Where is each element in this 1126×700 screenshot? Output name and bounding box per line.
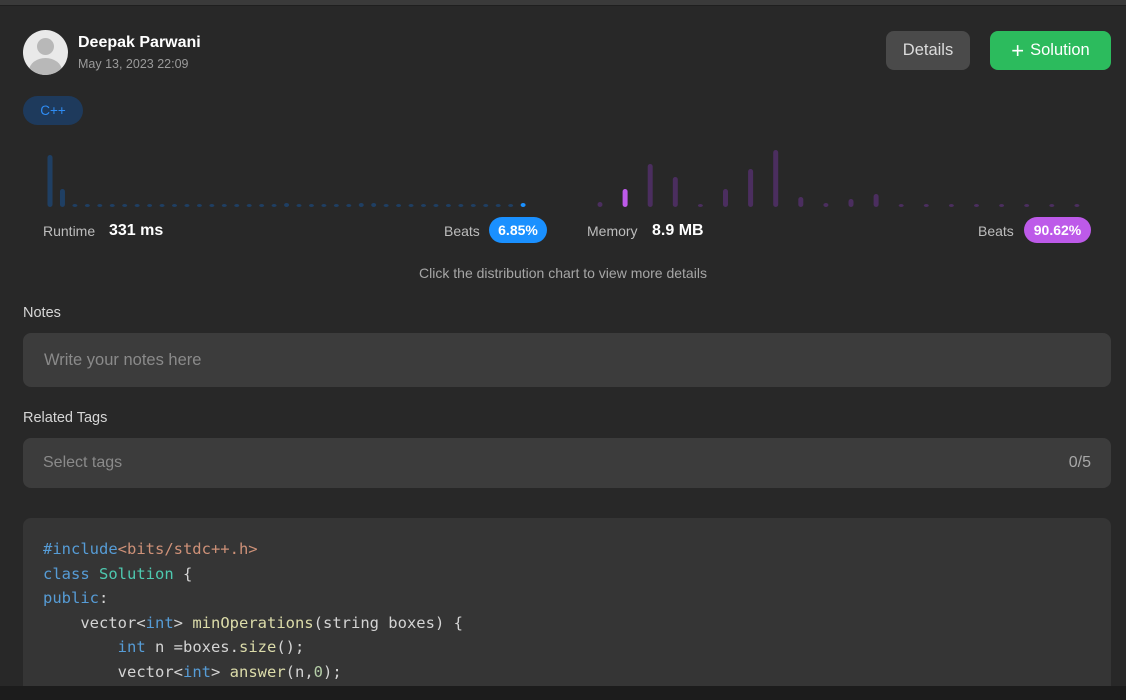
runtime-bar-7[interactable] [134,204,140,207]
memory-bar-14[interactable] [948,204,954,207]
runtime-bar-0[interactable] [47,155,53,207]
related-tags-label: Related Tags [23,410,108,426]
memory-bar-16[interactable] [999,204,1005,207]
notes-label: Notes [23,305,61,321]
notes-input[interactable] [23,333,1111,387]
runtime-bar-34[interactable] [470,204,476,207]
memory-bar-9[interactable] [823,203,829,207]
tags-placeholder: Select tags [43,454,123,471]
memory-bar-18[interactable] [1049,204,1055,207]
memory-bar-19[interactable] [1074,204,1080,207]
code-line: class Solution { [43,564,193,583]
runtime-bar-22[interactable] [321,204,327,207]
runtime-label: Runtime [43,223,96,239]
runtime-bar-24[interactable] [346,204,352,207]
runtime-bar-36[interactable] [495,204,501,207]
memory-value: 8.9 MB [652,222,704,239]
memory-bar-15[interactable] [974,204,979,207]
tags-count: 0/5 [1068,454,1091,471]
runtime-bar-2[interactable] [72,204,78,207]
runtime-beats-badge: 6.85% [489,217,547,243]
memory-distribution-chart[interactable] [597,150,1080,207]
memory-bar-0[interactable] [597,202,603,207]
runtime-bar-35[interactable] [483,204,489,207]
memory-bar-1[interactable] [622,189,628,207]
memory-bar-13[interactable] [923,204,929,207]
runtime-bar-9[interactable] [159,204,165,207]
code-line: public: [43,589,109,607]
runtime-bar-26[interactable] [371,203,377,207]
chart-hint: Click the distribution chart to view mor… [419,265,707,281]
memory-bar-2[interactable] [647,164,653,207]
runtime-bar-12[interactable] [196,204,202,207]
runtime-bar-25[interactable] [358,203,364,207]
runtime-value: 331 ms [109,222,164,239]
runtime-bar-31[interactable] [433,204,439,207]
runtime-bar-15[interactable] [234,204,240,207]
memory-bar-6[interactable] [748,169,754,207]
runtime-bar-11[interactable] [184,204,190,207]
memory-bar-11[interactable] [873,194,879,207]
runtime-bar-27[interactable] [383,204,389,207]
runtime-bar-8[interactable] [147,204,153,207]
runtime-bar-38[interactable] [520,203,526,207]
runtime-bar-6[interactable] [122,204,128,207]
runtime-bar-10[interactable] [172,204,177,207]
memory-beats-badge: 90.62% [1024,217,1091,243]
code-line: vector<int> minOperations(string boxes) … [43,613,463,632]
code-line: vector<int> answer(n,0); [43,662,342,681]
memory-bar-8[interactable] [798,197,804,207]
memory-beats-label: Beats [978,223,1014,239]
runtime-bar-19[interactable] [284,203,290,207]
notes-field[interactable] [23,333,1111,387]
runtime-bar-37[interactable] [508,204,514,207]
runtime-bar-32[interactable] [445,204,451,207]
runtime-bar-13[interactable] [209,204,215,207]
runtime-bar-3[interactable] [84,204,90,207]
runtime-bar-14[interactable] [221,204,227,207]
runtime-bar-17[interactable] [259,204,265,207]
tags-select[interactable]: Select tags 0/5 [23,438,1111,488]
memory-bar-10[interactable] [848,199,854,207]
memory-bar-12[interactable] [898,204,904,207]
memory-bar-3[interactable] [672,177,678,207]
memory-bar-4[interactable] [697,204,703,207]
runtime-bar-28[interactable] [396,204,402,207]
runtime-beats-label: Beats [444,223,480,239]
runtime-bar-33[interactable] [458,204,464,207]
runtime-bar-29[interactable] [408,204,414,207]
runtime-bar-21[interactable] [308,204,314,207]
code-line: #include<bits/stdc++.h> [43,540,258,558]
runtime-distribution-chart[interactable] [47,155,526,207]
runtime-bar-5[interactable] [109,204,115,207]
runtime-bar-4[interactable] [97,204,103,207]
memory-bar-7[interactable] [773,150,779,207]
runtime-bar-20[interactable] [296,204,302,207]
runtime-bar-1[interactable] [59,189,65,207]
runtime-bar-30[interactable] [421,204,426,207]
runtime-bar-18[interactable] [271,204,277,207]
code-viewer[interactable]: #include<bits/stdc++.h> class Solution { p… [23,518,1111,700]
memory-label: Memory [587,223,638,239]
code-line: int n =boxes.size(); [117,638,305,656]
memory-bar-17[interactable] [1024,204,1030,207]
memory-bar-5[interactable] [723,189,728,207]
runtime-bar-16[interactable] [246,204,252,207]
runtime-bar-23[interactable] [333,204,339,207]
bottom-scrollbar[interactable] [0,686,1126,700]
